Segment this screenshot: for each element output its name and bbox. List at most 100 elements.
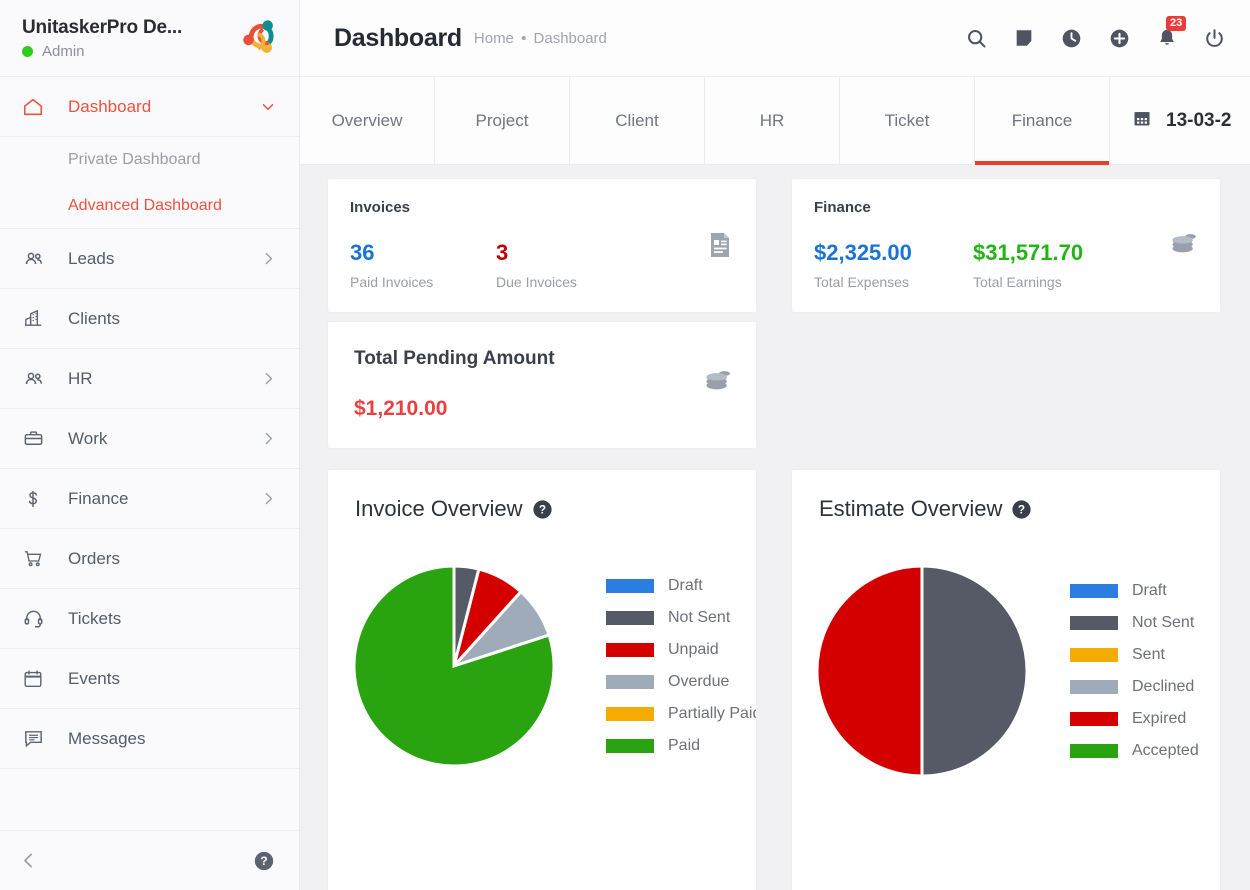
sidebar-item-label: Tickets bbox=[68, 608, 122, 628]
sidebar-item-messages[interactable]: Messages bbox=[0, 709, 299, 769]
sidebar-item-leads[interactable]: Leads bbox=[0, 229, 299, 289]
breadcrumb-current: Dashboard bbox=[533, 29, 607, 47]
legend-item[interactable]: Draft bbox=[1070, 582, 1199, 600]
estimate-pie-chart bbox=[792, 562, 1052, 780]
legend-swatch bbox=[1070, 744, 1118, 758]
legend-swatch bbox=[1070, 616, 1118, 630]
legend-swatch bbox=[606, 643, 654, 657]
sidebar-item-dashboard[interactable]: Dashboard bbox=[0, 77, 299, 137]
question-circle-icon[interactable]: ? bbox=[253, 850, 275, 872]
legend-swatch bbox=[1070, 680, 1118, 694]
legend-item[interactable]: Expired bbox=[1070, 710, 1199, 728]
legend-item[interactable]: Not Sent bbox=[606, 609, 756, 627]
dollar-icon bbox=[22, 488, 68, 510]
tab-label: Overview bbox=[331, 110, 403, 130]
legend-item[interactable]: Unpaid bbox=[606, 641, 756, 659]
dashboard-content: Invoices 36 Paid Invoices 3 Due Invoices bbox=[300, 165, 1250, 890]
cart-icon bbox=[22, 547, 68, 570]
sidebar-subitem-private-dashboard[interactable]: Private Dashboard bbox=[0, 137, 299, 183]
card-title: Invoices bbox=[350, 199, 411, 216]
topbar: Dashboard Home • Dashboard 23 bbox=[300, 0, 1250, 77]
chart-title-text: Estimate Overview bbox=[819, 496, 1003, 521]
sidebar-item-finance[interactable]: Finance bbox=[0, 469, 299, 529]
question-circle-icon[interactable]: ? bbox=[1011, 499, 1032, 520]
sidebar-item-tickets[interactable]: Tickets bbox=[0, 589, 299, 649]
tab-label: Project bbox=[475, 110, 529, 130]
plus-circle-icon[interactable] bbox=[1108, 27, 1131, 50]
estimate-overview-card: Estimate Overview ? Draft Not Sent Sent … bbox=[792, 470, 1220, 890]
chart-title-text: Invoice Overview bbox=[355, 496, 523, 521]
question-circle-icon[interactable]: ? bbox=[532, 499, 553, 520]
breadcrumb-home[interactable]: Home bbox=[474, 30, 514, 47]
legend-item[interactable]: Sent bbox=[1070, 646, 1199, 664]
legend-item[interactable]: Overdue bbox=[606, 673, 756, 691]
sidebar-item-events[interactable]: Events bbox=[0, 649, 299, 709]
bell-icon[interactable]: 23 bbox=[1156, 16, 1187, 49]
sidebar-subitem-advanced-dashboard[interactable]: Advanced Dashboard bbox=[0, 183, 299, 229]
legend-item[interactable]: Draft bbox=[606, 577, 756, 595]
note-icon[interactable] bbox=[1013, 27, 1035, 49]
topbar-icons: 23 bbox=[965, 16, 1226, 50]
sidebar-item-label: Messages bbox=[68, 728, 146, 748]
stat-paid-invoices: 36 Paid Invoices bbox=[350, 240, 496, 290]
sidebar-item-label: Leads bbox=[68, 248, 115, 268]
tab-hr[interactable]: HR bbox=[705, 77, 840, 164]
chevron-right-icon bbox=[260, 370, 277, 387]
sidebar-item-label: Work bbox=[68, 428, 108, 448]
legend-item[interactable]: Partially Paid bbox=[606, 705, 756, 723]
date-range-picker[interactable]: 13-03-2 bbox=[1110, 77, 1232, 164]
legend-item[interactable]: Accepted bbox=[1070, 742, 1199, 760]
legend-swatch bbox=[606, 611, 654, 625]
legend-item[interactable]: Paid bbox=[606, 737, 756, 755]
tab-label: Finance bbox=[1011, 110, 1073, 130]
legend-swatch bbox=[1070, 648, 1118, 662]
legend-label: Unpaid bbox=[668, 641, 719, 658]
tab-overview[interactable]: Overview bbox=[300, 77, 435, 164]
stat-label: Total Earnings bbox=[973, 274, 1062, 290]
sidebar-subitem-label: Advanced Dashboard bbox=[68, 196, 222, 214]
sidebar-item-clients[interactable]: Clients bbox=[0, 289, 299, 349]
tab-client[interactable]: Client bbox=[570, 77, 705, 164]
legend-item[interactable]: Not Sent bbox=[1070, 614, 1199, 632]
date-range-value: 13-03-2 bbox=[1166, 109, 1232, 131]
stat-total-expenses: $2,325.00 Total Expenses bbox=[814, 240, 973, 290]
total-pending-amount-card: Total Pending Amount $1,210.00 bbox=[328, 322, 756, 448]
legend-swatch bbox=[606, 707, 654, 721]
tab-finance[interactable]: Finance bbox=[975, 77, 1110, 165]
brand-title: UnitaskerPro De... bbox=[22, 16, 183, 38]
stat-cards-row: Invoices 36 Paid Invoices 3 Due Invoices bbox=[328, 179, 1220, 890]
card-title: Total Pending Amount bbox=[354, 348, 555, 369]
search-icon[interactable] bbox=[965, 27, 988, 50]
chevron-left-icon[interactable] bbox=[18, 850, 39, 871]
sidebar-item-hr[interactable]: HR bbox=[0, 349, 299, 409]
brand-header[interactable]: UnitaskerPro De... Admin bbox=[0, 0, 299, 77]
legend-label: Sent bbox=[1132, 646, 1165, 663]
legend-label: Not Sent bbox=[668, 609, 731, 626]
stat-value: 36 bbox=[350, 240, 375, 265]
power-icon[interactable] bbox=[1203, 27, 1226, 50]
calendar-icon bbox=[1132, 108, 1152, 134]
legend-label: Not Sent bbox=[1132, 614, 1195, 631]
sidebar-item-work[interactable]: Work bbox=[0, 409, 299, 469]
sidebar-nav: Dashboard Private Dashboard Advanced Das… bbox=[0, 77, 299, 830]
people-icon bbox=[22, 367, 68, 391]
stat-total-earnings: $31,571.70 Total Earnings bbox=[973, 240, 1119, 290]
app-root: UnitaskerPro De... Admin Dashboard Priva… bbox=[0, 0, 1250, 890]
tab-ticket[interactable]: Ticket bbox=[840, 77, 975, 164]
chart-body: Draft Not Sent Sent Declined Expired Acc… bbox=[792, 562, 1220, 780]
legend-item[interactable]: Declined bbox=[1070, 678, 1199, 696]
clock-icon[interactable] bbox=[1060, 27, 1083, 50]
brand-text: UnitaskerPro De... Admin bbox=[22, 17, 229, 60]
pending-amount-value: $1,210.00 bbox=[354, 397, 448, 420]
legend-label: Paid bbox=[668, 737, 701, 754]
sidebar-item-orders[interactable]: Orders bbox=[0, 529, 299, 589]
online-status-dot bbox=[22, 45, 33, 57]
tab-project[interactable]: Project bbox=[435, 77, 570, 164]
chart-title: Estimate Overview ? bbox=[792, 496, 1220, 522]
tab-label: Ticket bbox=[884, 110, 930, 130]
legend-swatch bbox=[606, 579, 654, 593]
stat-row: $2,325.00 Total Expenses $31,571.70 Tota… bbox=[814, 240, 1198, 290]
sidebar-footer: ? bbox=[0, 830, 299, 890]
chevron-right-icon bbox=[260, 430, 277, 447]
invoice-overview-card: Invoice Overview ? Draft Not Sent Unpaid… bbox=[328, 470, 756, 890]
